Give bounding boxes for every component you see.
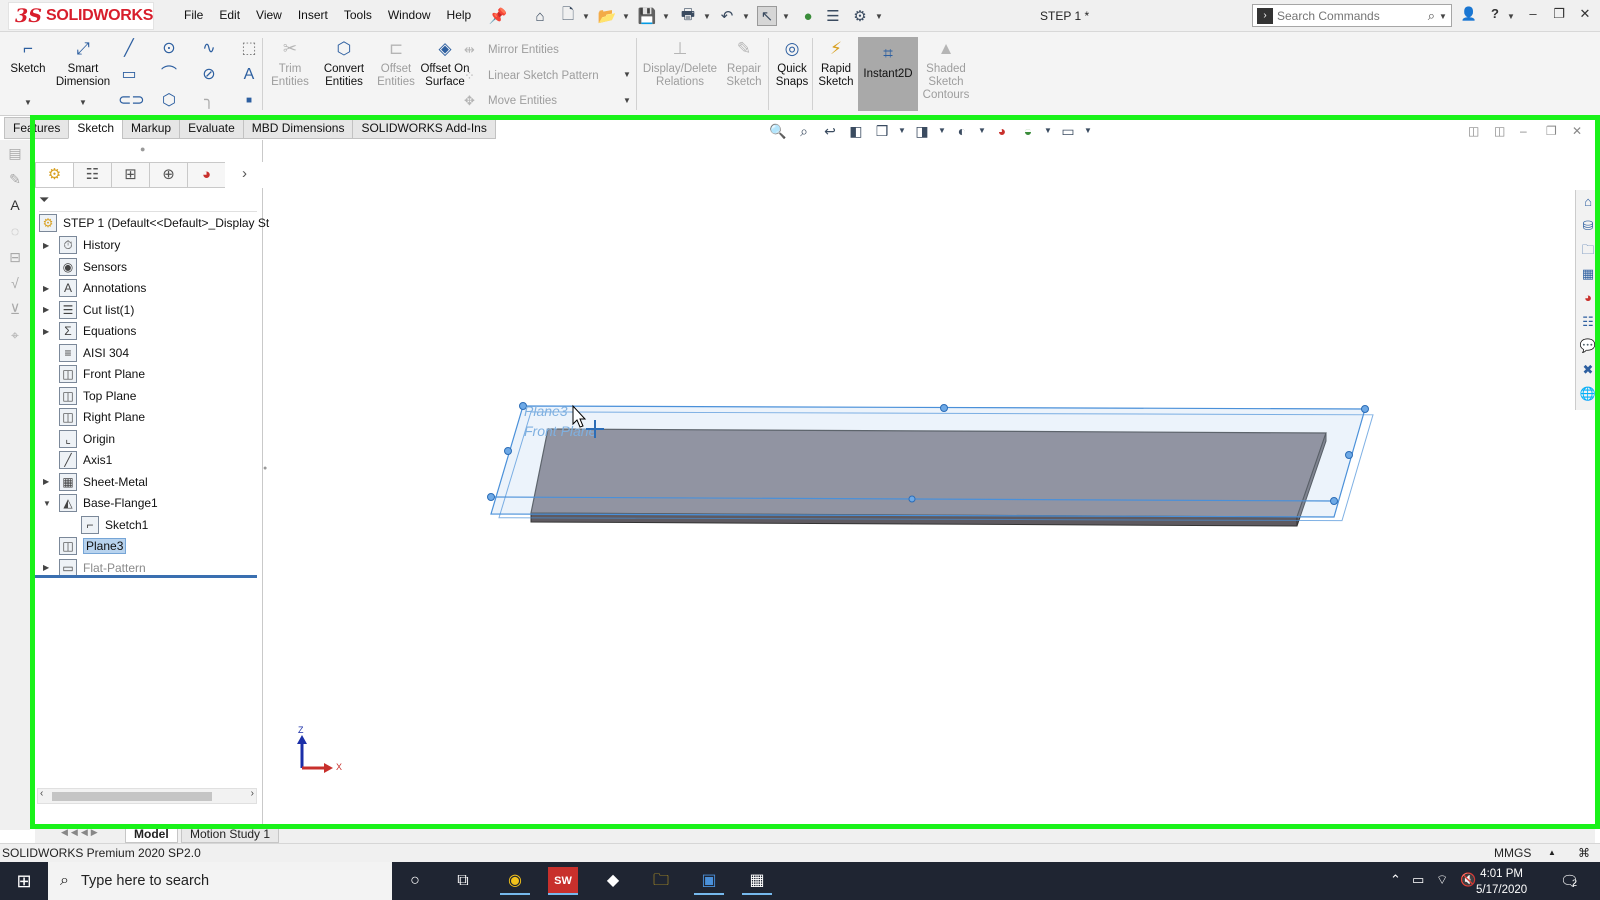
plane-handle[interactable] xyxy=(908,495,916,503)
photos-icon[interactable]: ▣ xyxy=(694,867,724,895)
chevron-up-icon[interactable]: ⌃ xyxy=(1390,872,1401,888)
triad-z-arrow xyxy=(297,735,307,744)
plane3-label: Plane3 xyxy=(524,403,568,419)
xpress-products-icon[interactable]: ✖ xyxy=(1576,358,1600,382)
wifi-icon[interactable]: ⌔ xyxy=(1436,872,1448,888)
tab-model[interactable]: Model xyxy=(125,825,178,843)
tab-motion-study-1[interactable]: Motion Study 1 xyxy=(181,825,280,843)
file-explorer-icon[interactable]: 🗀 xyxy=(1576,238,1600,262)
plane-handle[interactable] xyxy=(487,493,495,501)
design-library-icon[interactable]: ⛁ xyxy=(1576,214,1600,238)
taskbar-search-placeholder: Type here to search xyxy=(80,873,210,889)
view-palette-icon[interactable]: ▦ xyxy=(1576,262,1600,286)
taskbar-clock[interactable]: 4:01 PM 5/17/2020 xyxy=(1476,866,1527,898)
volume-muted-icon[interactable]: 🔇 xyxy=(1460,872,1476,888)
windows-start-icon[interactable]: ⊞ xyxy=(0,862,48,900)
solidworks-app-icon[interactable]: SW xyxy=(548,867,578,895)
triad-x-label: X xyxy=(336,762,342,772)
status-bar: SOLIDWORKS Premium 2020 SP2.0 MMGS ▲ ⌘ xyxy=(0,843,1600,862)
front-plane-label: Front Plane xyxy=(524,423,597,439)
graphics-area[interactable]: Plane3 Front Plane Z X xyxy=(0,0,1600,900)
triad-z-label: Z xyxy=(298,725,304,735)
notification-count: 2 xyxy=(1572,878,1578,888)
product-version: SOLIDWORKS Premium 2020 SP2.0 xyxy=(2,846,201,860)
windows-taskbar: ⊞ ⌕ Type here to search ○ ⧉ ◉ SW ◆ 🗀 ▣ ▦… xyxy=(0,862,1600,900)
chevron-up-icon[interactable]: ▲ xyxy=(1548,844,1556,862)
inkscape-icon[interactable]: ◆ xyxy=(598,867,628,895)
plane-handle[interactable] xyxy=(1345,451,1353,459)
app-window-icon[interactable]: ▦ xyxy=(742,867,772,895)
custom-properties-icon[interactable]: ☷ xyxy=(1576,310,1600,334)
task-view-icon[interactable]: ⧉ xyxy=(448,867,478,895)
taskbar-search[interactable]: ⌕ Type here to search xyxy=(48,862,392,900)
plane-handle[interactable] xyxy=(940,404,948,412)
units-selector[interactable]: MMGS xyxy=(1494,844,1531,862)
file-explorer-icon[interactable]: 🗀 xyxy=(646,867,676,895)
customize-status-icon[interactable]: ⌘ xyxy=(1578,844,1590,862)
task-pane: ⌂ ⛁ 🗀 ▦ ◕ ☷ 💬 ✖ 🌐 xyxy=(1575,190,1599,410)
appearances-icon[interactable]: ◕ xyxy=(1576,286,1600,310)
plane-handle[interactable] xyxy=(1361,405,1369,413)
clock-date: 5/17/2020 xyxy=(1476,884,1528,896)
tab-scroll-arrows-icon[interactable]: ◀◀◀▶ xyxy=(61,827,101,838)
community-icon[interactable]: 🌐 xyxy=(1576,382,1600,406)
battery-icon[interactable]: ▭ xyxy=(1412,872,1424,888)
triad-x-arrow xyxy=(324,763,333,773)
forum-icon[interactable]: 💬 xyxy=(1576,334,1600,358)
plane-handle[interactable] xyxy=(504,447,512,455)
plane-handle[interactable] xyxy=(1330,497,1338,505)
chrome-icon[interactable]: ◉ xyxy=(500,867,530,895)
clock-time: 4:01 PM xyxy=(1480,868,1523,880)
solidworks-resources-icon[interactable]: ⌂ xyxy=(1576,190,1600,214)
reference-triad: Z X xyxy=(297,725,342,773)
bottom-tabs: ◀◀◀▶ Model Motion Study 1 xyxy=(35,825,1595,843)
search-icon: ⌕ xyxy=(60,872,69,889)
cortana-icon[interactable]: ○ xyxy=(400,867,430,895)
